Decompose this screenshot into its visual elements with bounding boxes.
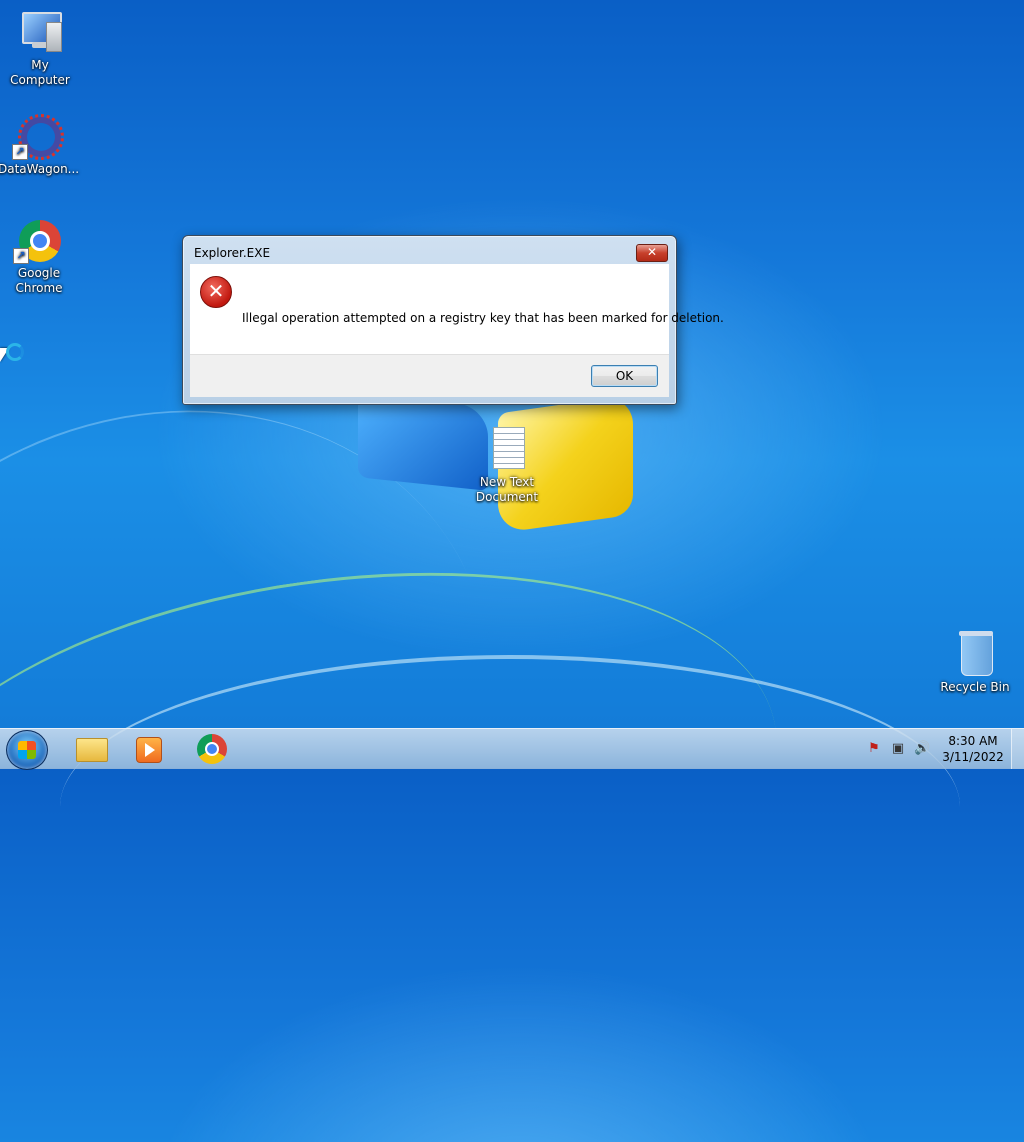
action-center-flag-icon[interactable]: ⚑ bbox=[866, 741, 882, 757]
computer-icon bbox=[16, 8, 64, 56]
chrome-icon bbox=[197, 734, 227, 764]
wallpaper-swoosh bbox=[60, 655, 960, 959]
dialog-title: Explorer.EXE bbox=[194, 246, 271, 260]
media-player-icon bbox=[136, 737, 162, 763]
desktop-icon-new-text-document[interactable]: New Text Document bbox=[466, 425, 548, 505]
shortcut-arrow-icon: ↗ bbox=[13, 248, 29, 264]
clock-time: 8:30 AM bbox=[948, 734, 998, 748]
datawagon-icon: ↗ bbox=[12, 112, 64, 160]
error-icon: ✕ bbox=[200, 276, 232, 308]
windows-start-icon bbox=[18, 741, 36, 759]
error-dialog: Explorer.EXE ✕ ✕ Illegal operation attem… bbox=[182, 235, 724, 405]
chrome-icon: ↗ bbox=[13, 216, 63, 264]
recycle-bin-icon bbox=[951, 630, 999, 678]
desktop-icon-label: New Text Document bbox=[475, 475, 539, 504]
taskbar-app-explorer[interactable] bbox=[62, 732, 118, 766]
ok-button[interactable]: OK bbox=[591, 365, 658, 387]
clock-date: 3/11/2022 bbox=[942, 750, 1004, 764]
shortcut-arrow-icon: ↗ bbox=[12, 144, 28, 160]
taskbar-app-media-player[interactable] bbox=[120, 732, 176, 766]
desktop-icon-recycle-bin[interactable]: Recycle Bin bbox=[935, 630, 1015, 695]
dialog-footer: OK bbox=[190, 354, 669, 397]
taskbar-app-chrome[interactable] bbox=[184, 732, 240, 766]
desktop-icon-my-computer[interactable]: My Computer bbox=[0, 8, 80, 88]
dialog-body: ✕ Illegal operation attempted on a regis… bbox=[190, 264, 724, 354]
start-button[interactable] bbox=[6, 730, 48, 770]
folder-icon bbox=[76, 738, 108, 762]
text-document-icon bbox=[483, 425, 531, 473]
taskbar: ⚑ ▣ 🔊 8:30 AM 3/11/2022 bbox=[0, 728, 1024, 770]
desktop-icon-datawagon[interactable]: ↗ DataWagon... bbox=[0, 112, 80, 177]
desktop-icon-google-chrome[interactable]: ↗ Google Chrome bbox=[0, 216, 79, 296]
desktop-icon-label: My Computer bbox=[10, 58, 70, 87]
volume-icon[interactable]: 🔊 bbox=[914, 741, 930, 757]
show-desktop-button[interactable] bbox=[1011, 729, 1024, 769]
close-button[interactable]: ✕ bbox=[636, 244, 668, 262]
error-message: Illegal operation attempted on a registr… bbox=[242, 311, 724, 325]
desktop-icon-label: DataWagon... bbox=[0, 162, 80, 176]
network-icon[interactable]: ▣ bbox=[890, 741, 906, 757]
system-clock[interactable]: 8:30 AM 3/11/2022 bbox=[936, 733, 1010, 765]
busy-spinner-icon bbox=[6, 343, 24, 361]
desktop-icon-label: Recycle Bin bbox=[940, 680, 1010, 694]
desktop-icon-label: Google Chrome bbox=[15, 266, 63, 295]
